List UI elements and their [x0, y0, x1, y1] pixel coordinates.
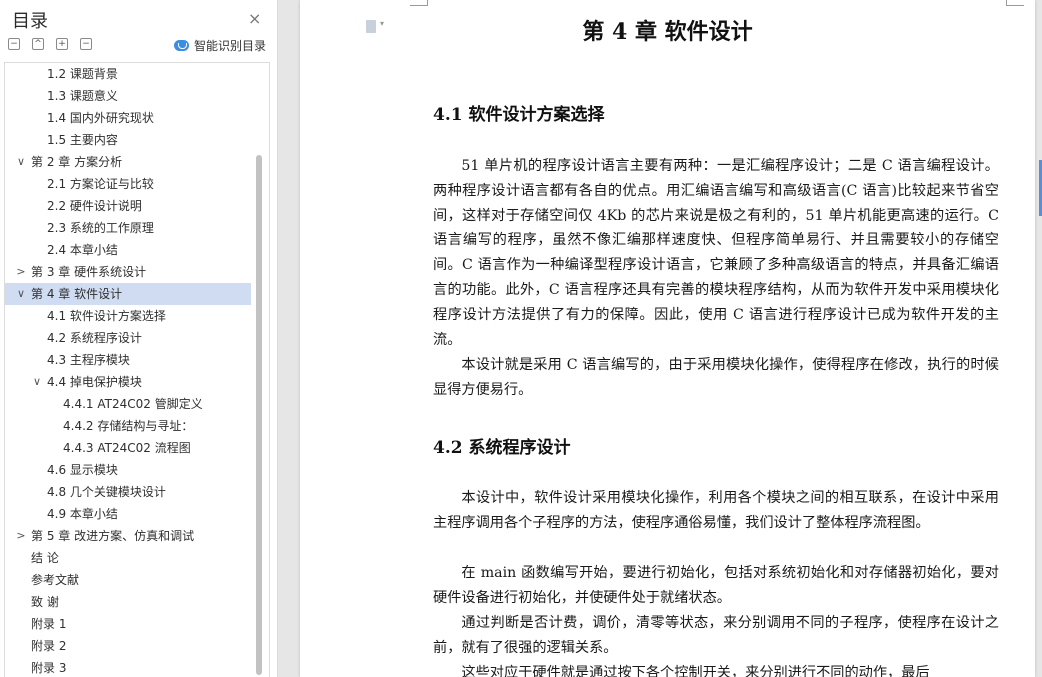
toc-item-label: 第 2 章 方案分析: [31, 155, 123, 169]
toc-item[interactable]: 4.4.2 存储结构与寻址：: [5, 415, 251, 437]
toc-item-label: 1.4 国内外研究现状: [47, 111, 154, 125]
paragraph: 在 main 函数编写开始，要进行初始化，包括对系统初始化和对存储器初始化，要对…: [433, 565, 999, 606]
toc-item-label: 4.1 软件设计方案选择: [47, 309, 166, 323]
toc-item-label: 4.4.3 AT24C02 流程图: [63, 441, 191, 455]
toc-item-label: 4.6 显示模块: [47, 463, 118, 477]
toc-item[interactable]: 1.4 国内外研究现状: [5, 107, 251, 129]
toc-item-label: 附录 1: [31, 617, 67, 631]
toc-item-label: 结 论: [31, 551, 59, 565]
toc-scrollbar[interactable]: [255, 63, 265, 677]
toc-item[interactable]: > 第 3 章 硬件系统设计: [5, 261, 251, 283]
smart-toc-button[interactable]: 智能识别目录: [174, 37, 266, 54]
toc-item-label: 4.4 掉电保护模块: [47, 375, 142, 389]
toc-item[interactable]: 4.2 系统程序设计: [5, 327, 251, 349]
toc-item-label: 2.4 本章小结: [47, 243, 118, 257]
toc-item-label: 第 5 章 改进方案、仿真和调试: [31, 529, 195, 543]
paragraph: 这些对应于硬件就是通过按下各个控制开关，来分别进行不同的动作，最后: [461, 665, 930, 677]
paragraph: 通过判断是否计费，调价，清零等状态，来分别调用不同的子程序，使程序在设计之前，就…: [433, 615, 999, 656]
chevron-down-icon[interactable]: ∨: [31, 371, 43, 393]
toc-item[interactable]: 附录 1: [5, 613, 251, 635]
toc-item-label: 致 谢: [31, 595, 59, 609]
toc-item-label: 2.3 系统的工作原理: [47, 221, 154, 235]
toc-item[interactable]: 2.3 系统的工作原理: [5, 217, 251, 239]
page-corner-mark-left: [410, 0, 428, 6]
document-page: 第 4 章 软件设计 4.1 软件设计方案选择 51 单片机的程序设计语言主要有…: [300, 0, 1035, 677]
toc-item-label: 4.8 几个关键模块设计: [47, 485, 166, 499]
toc-item[interactable]: ∨ 4.4 掉电保护模块: [5, 371, 251, 393]
toc-item[interactable]: 4.4.1 AT24C02 管脚定义: [5, 393, 251, 415]
toc-panel: 目录 × − ^ + − 智能识别目录 1.2 课题背景 1.3 课题意义 1.4 …: [0, 0, 278, 677]
toc-item[interactable]: 2.1 方案论证与比较: [5, 173, 251, 195]
chapter-title: 第 4 章 软件设计: [582, 19, 753, 45]
section-heading: 4.2 系统程序设计: [433, 438, 571, 458]
toc-item-label: 4.2 系统程序设计: [47, 331, 142, 345]
document-area: 第 4 章 软件设计 4.1 软件设计方案选择 51 单片机的程序设计语言主要有…: [279, 0, 1042, 677]
toc-item[interactable]: 1.2 课题背景: [5, 63, 251, 85]
collapse-all-icon[interactable]: −: [8, 38, 20, 50]
cloud-ai-icon: [174, 40, 189, 51]
toc-item-label: 1.2 课题背景: [47, 67, 118, 81]
page-corner-mark-right: [1006, 0, 1024, 6]
toc-scrollbar-thumb[interactable]: [256, 155, 262, 675]
toc-item[interactable]: 1.5 主要内容: [5, 129, 251, 151]
toc-item[interactable]: ∨ 第 2 章 方案分析: [5, 151, 251, 173]
toc-item[interactable]: 4.4.3 AT24C02 流程图: [5, 437, 251, 459]
paragraph: 51 单片机的程序设计语言主要有两种：一是汇编程序设计；二是 C 语言编程设计。…: [433, 158, 999, 348]
toc-item[interactable]: > 第 5 章 改进方案、仿真和调试: [5, 525, 251, 547]
close-icon[interactable]: ×: [248, 9, 261, 28]
toc-item[interactable]: ∨ 第 4 章 软件设计: [5, 283, 251, 305]
add-heading-icon[interactable]: +: [56, 38, 68, 50]
toc-item-label: 4.4.2 存储结构与寻址：: [63, 419, 194, 433]
toc-item[interactable]: 1.3 课题意义: [5, 85, 251, 107]
toc-item-label: 附录 2: [31, 639, 67, 653]
toc-item-label: 2.2 硬件设计说明: [47, 199, 142, 213]
paragraph: 本设计就是采用 C 语言编写的，由于采用模块化操作，使得程序在修改，执行的时候显…: [433, 357, 999, 398]
chevron-down-icon[interactable]: ∨: [15, 283, 27, 305]
toc-item-label: 4.4.1 AT24C02 管脚定义: [63, 397, 203, 411]
smart-toc-label: 智能识别目录: [194, 39, 267, 53]
toc-item[interactable]: 4.8 几个关键模块设计: [5, 481, 251, 503]
section-heading: 4.1 软件设计方案选择: [433, 105, 605, 125]
toc-item-label: 2.1 方案论证与比较: [47, 177, 154, 191]
toc-item[interactable]: 致 谢: [5, 591, 251, 613]
chevron-right-icon[interactable]: >: [15, 261, 27, 283]
toc-item-label: 1.5 主要内容: [47, 133, 118, 147]
collapse-level-icon[interactable]: ^: [32, 38, 44, 50]
toc-item-label: 4.9 本章小结: [47, 507, 118, 521]
toc-item[interactable]: 4.6 显示模块: [5, 459, 251, 481]
toc-item[interactable]: 4.1 软件设计方案选择: [5, 305, 251, 327]
toc-item-label: 附录 3: [31, 661, 67, 675]
toc-item[interactable]: 附录 3: [5, 657, 251, 677]
toc-item-label: 第 3 章 硬件系统设计: [31, 265, 147, 279]
toc-list: 1.2 课题背景 1.3 课题意义 1.4 国内外研究现状 1.5 主要内容 ∨ 第 2 …: [4, 62, 270, 677]
toc-item[interactable]: 4.9 本章小结: [5, 503, 251, 525]
toc-item[interactable]: 4.3 主程序模块: [5, 349, 251, 371]
chevron-down-icon[interactable]: ∨: [15, 151, 27, 173]
paragraph: 本设计中，软件设计采用模块化操作，利用各个模块之间的相互联系，在设计中采用主程序…: [433, 490, 999, 531]
toc-title: 目录: [12, 11, 48, 32]
toc-item-label: 参考文献: [31, 573, 80, 587]
toc-item[interactable]: 附录 2: [5, 635, 251, 657]
toc-item-label: 4.3 主程序模块: [47, 353, 130, 367]
toc-item[interactable]: 结 论: [5, 547, 251, 569]
toc-item[interactable]: 2.2 硬件设计说明: [5, 195, 251, 217]
toc-item[interactable]: 参考文献: [5, 569, 251, 591]
chevron-right-icon[interactable]: >: [15, 525, 27, 547]
remove-heading-icon[interactable]: −: [80, 38, 92, 50]
toc-item-label: 1.3 课题意义: [47, 89, 118, 103]
toc-item-label: 第 4 章 软件设计: [31, 287, 123, 301]
toc-item[interactable]: 2.4 本章小结: [5, 239, 251, 261]
